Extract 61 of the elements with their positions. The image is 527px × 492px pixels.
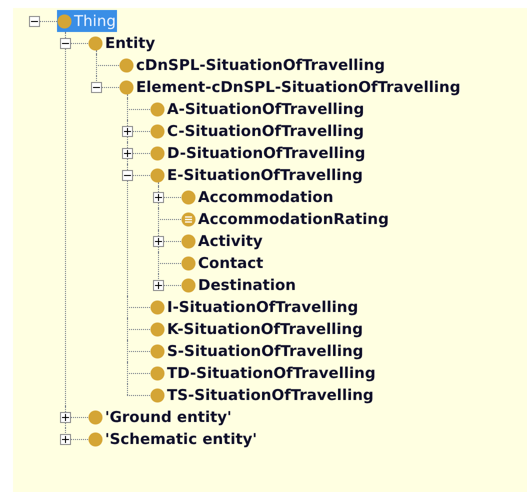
circle-icon	[181, 256, 196, 270]
minus-icon	[124, 172, 131, 179]
circle-icon	[150, 366, 165, 380]
tree-item[interactable]: A-SituationOfTravelling	[150, 98, 366, 120]
expand-toggle[interactable]	[153, 236, 164, 247]
plus-icon	[124, 128, 131, 135]
minus-icon	[31, 18, 38, 25]
circle-icon	[150, 300, 165, 314]
circle-icon	[88, 36, 103, 50]
tree-item[interactable]: Destination	[181, 274, 297, 296]
plus-icon	[62, 414, 69, 421]
tree-item[interactable]: Accommodation	[181, 186, 334, 208]
circle-icon	[88, 410, 103, 424]
tree-item[interactable]: AccommodationRating	[181, 208, 390, 230]
circle-icon	[150, 102, 165, 116]
circle-icon	[150, 146, 165, 160]
plus-icon	[124, 150, 131, 157]
tree-item[interactable]: K-SituationOfTravelling	[150, 318, 364, 340]
circle-icon	[150, 168, 165, 182]
circle-icon	[57, 14, 72, 28]
expand-toggle[interactable]	[153, 192, 164, 203]
expand-toggle[interactable]	[60, 412, 71, 423]
tree-item[interactable]: I-SituationOfTravelling	[150, 296, 360, 318]
circle-icon	[181, 234, 196, 248]
circle-icon	[88, 432, 103, 446]
tree-item[interactable]: Entity	[88, 32, 156, 54]
expand-toggle[interactable]	[60, 434, 71, 445]
circle-icon	[119, 58, 134, 72]
expand-toggle[interactable]	[122, 148, 133, 159]
collapse-toggle[interactable]	[91, 82, 102, 93]
plus-icon	[155, 282, 162, 289]
circle-icon	[181, 190, 196, 204]
plus-icon	[155, 194, 162, 201]
collapse-toggle[interactable]	[122, 170, 133, 181]
plus-icon	[155, 238, 162, 245]
circle-icon	[150, 344, 165, 358]
tree-item[interactable]: cDnSPL-SituationOfTravelling	[119, 54, 386, 76]
circle-icon	[150, 124, 165, 138]
circle-icon	[150, 322, 165, 336]
tree-item[interactable]: E-SituationOfTravelling	[150, 164, 364, 186]
tree-item[interactable]: TD-SituationOfTravelling	[150, 362, 377, 384]
minus-icon	[62, 40, 69, 47]
tree-item[interactable]: TS-SituationOfTravelling	[150, 384, 375, 406]
expand-toggle[interactable]	[122, 126, 133, 137]
tree-item[interactable]: Contact	[181, 252, 264, 274]
tree-item[interactable]: 'Ground entity'	[88, 406, 233, 428]
circle-icon	[181, 278, 196, 292]
collapse-toggle[interactable]	[29, 16, 40, 27]
tree-item[interactable]: 'Schematic entity'	[88, 428, 258, 450]
minus-icon	[93, 84, 100, 91]
tree-item[interactable]: Activity	[181, 230, 264, 252]
lines-circle-icon	[181, 212, 196, 226]
circle-icon	[150, 388, 165, 402]
circle-icon	[119, 80, 134, 94]
tree-item[interactable]: D-SituationOfTravelling	[150, 142, 366, 164]
tree-item[interactable]: S-SituationOfTravelling	[150, 340, 364, 362]
plus-icon	[62, 436, 69, 443]
tree-item[interactable]: C-SituationOfTravelling	[150, 120, 365, 142]
expand-toggle[interactable]	[153, 280, 164, 291]
tree-item[interactable]: Element-cDnSPL-SituationOfTravelling	[119, 76, 462, 98]
collapse-toggle[interactable]	[60, 38, 71, 49]
